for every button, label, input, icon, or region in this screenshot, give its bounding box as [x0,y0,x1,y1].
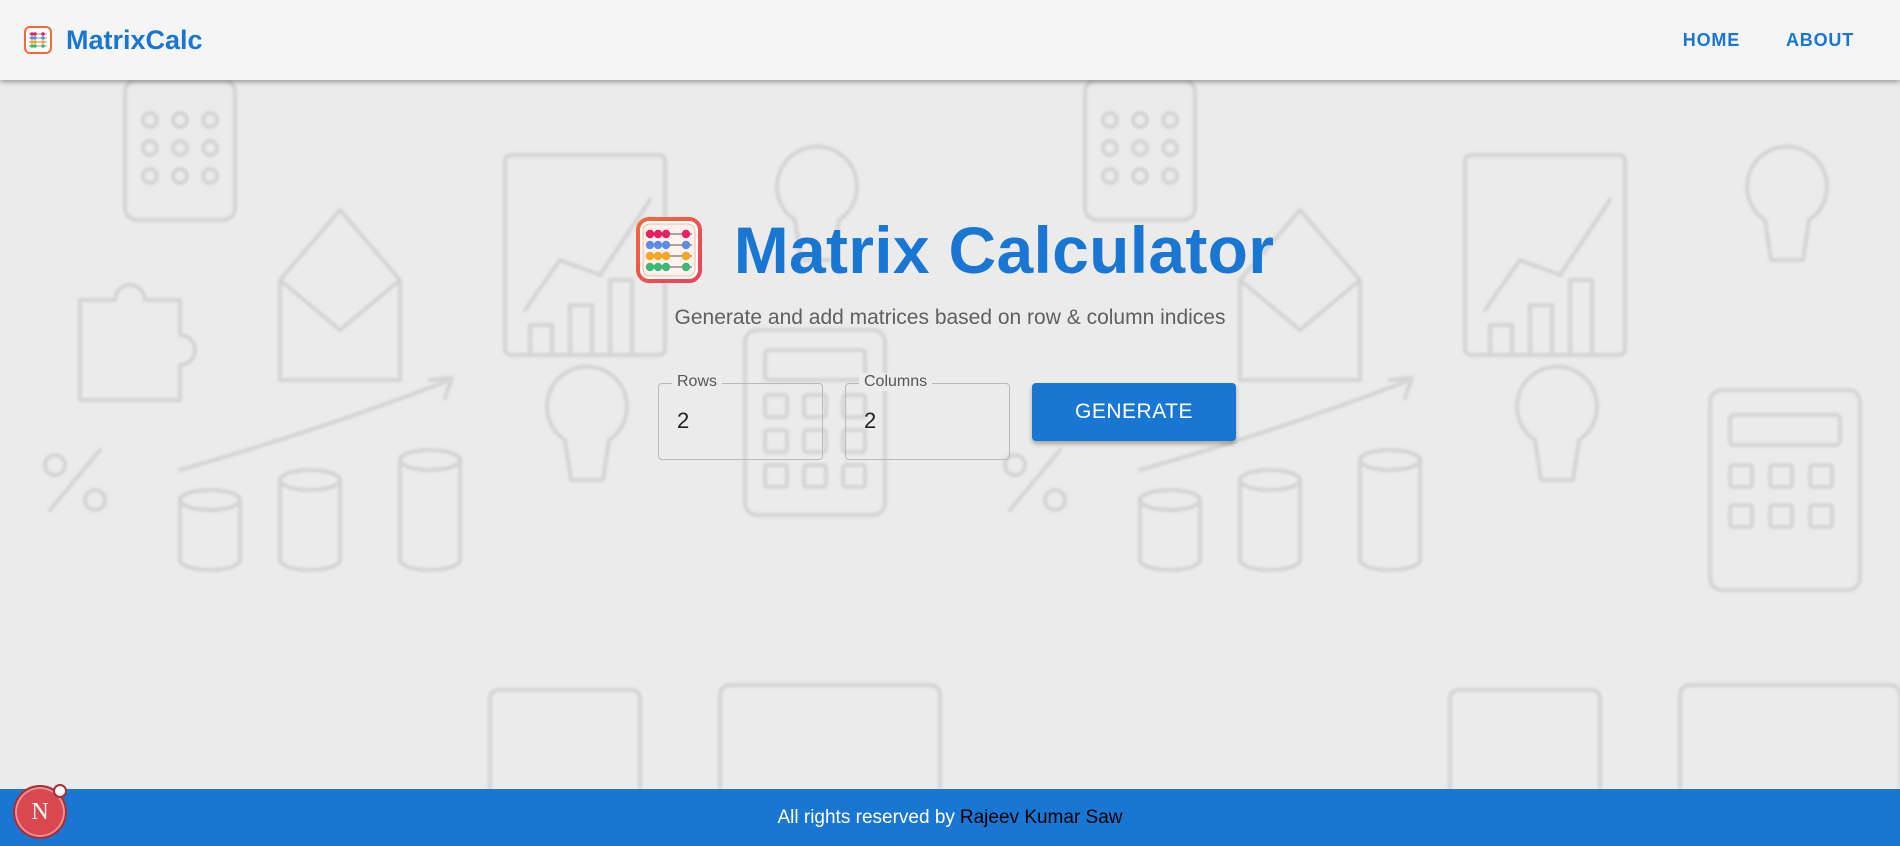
abacus-icon [635,217,702,283]
generate-button[interactable]: GENERATE [1032,383,1236,441]
page-title: Matrix Calculator [733,213,1275,287]
app-header: MatrixCalc HOME ABOUT [0,0,1900,80]
brand-link[interactable]: MatrixCalc [24,25,203,56]
brand-name: MatrixCalc [66,24,203,55]
badge-dot [53,784,67,798]
abacus-icon [24,26,52,54]
footer-copyright: All rights reserved by [777,806,955,828]
columns-input[interactable] [864,408,994,434]
title-row: Matrix Calculator [635,212,1275,288]
rows-field: Rows [658,373,823,460]
next-dev-indicator-icon[interactable]: N [13,784,67,839]
rows-input[interactable] [677,408,807,434]
app-footer: All rights reserved by Rajeev Kumar Saw [0,789,1900,846]
page-subtitle: Generate and add matrices based on row &… [674,306,1226,329]
matrix-size-form: Rows Columns [658,373,1010,460]
badge-letter: N [31,798,49,825]
main-nav: HOME ABOUT [1683,30,1854,51]
nav-about-link[interactable]: ABOUT [1786,30,1854,51]
rows-label: Rows [672,373,723,391]
footer-author-link[interactable]: Rajeev Kumar Saw [960,807,1123,829]
columns-label: Columns [859,373,933,391]
hero-section: Matrix Calculator Generate and add matri… [0,212,1900,330]
nav-home-link[interactable]: HOME [1683,30,1740,51]
columns-field: Columns [845,373,1010,460]
